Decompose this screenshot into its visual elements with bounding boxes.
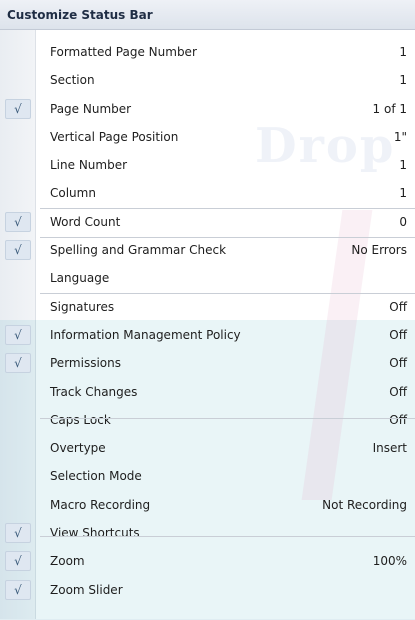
menu-item-caps-lock[interactable]: Caps Lock Off — [0, 406, 415, 434]
item-label: Caps Lock — [50, 412, 111, 427]
item-value: Off — [389, 356, 407, 371]
check-icon: √ — [5, 523, 31, 544]
separator — [40, 208, 415, 209]
check-icon: √ — [5, 353, 31, 374]
item-label: Overtype — [50, 441, 106, 456]
check-icon: √ — [5, 98, 31, 119]
menu-item-information-management-policy[interactable]: √ Information Management Policy Off — [0, 321, 415, 349]
menu-title: Customize Status Bar — [0, 0, 415, 30]
item-value: No Errors — [351, 243, 407, 258]
menu-item-zoom[interactable]: √ Zoom 100% — [0, 547, 415, 575]
item-value: 1 of 1 — [372, 101, 407, 116]
menu-item-track-changes[interactable]: Track Changes Off — [0, 378, 415, 406]
menu-item-language[interactable]: Language — [0, 264, 415, 292]
item-label: Formatted Page Number — [50, 45, 197, 59]
item-label: Track Changes — [50, 384, 138, 399]
menu-item-overtype[interactable]: Overtype Insert — [0, 434, 415, 462]
item-label: Language — [50, 271, 110, 286]
menu-item-zoom-slider[interactable]: √ Zoom Slider — [0, 576, 415, 604]
separator — [40, 536, 415, 537]
menu-item-permissions[interactable]: √ Permissions Off — [0, 349, 415, 377]
item-value: Not Recording — [322, 497, 407, 512]
item-value: 1 — [399, 45, 407, 59]
item-label: Word Count — [50, 214, 121, 229]
item-label: Signatures — [50, 299, 115, 314]
item-label: Page Number — [50, 101, 132, 116]
menu-item-formatted-page-number[interactable]: Formatted Page Number 1 — [0, 38, 415, 66]
item-value: 100% — [372, 554, 407, 569]
menu-item-selection-mode[interactable]: Selection Mode — [0, 462, 415, 490]
customize-status-bar-menu: Customize Status Bar Drop Formatted Page… — [0, 0, 415, 620]
item-label: Spelling and Grammar Check — [50, 243, 227, 258]
menu-item-page-number[interactable]: √ Page Number 1 of 1 — [0, 95, 415, 123]
item-label: Vertical Page Position — [50, 129, 179, 144]
item-value: Off — [389, 384, 407, 399]
check-icon: √ — [5, 579, 31, 600]
menu-item-line-number[interactable]: Line Number 1 — [0, 151, 415, 179]
item-label: Information Management Policy — [50, 327, 241, 342]
item-label: Permissions — [50, 356, 121, 371]
item-value: Off — [389, 327, 407, 342]
item-label: Zoom Slider — [50, 582, 123, 597]
check-icon: √ — [5, 551, 31, 572]
item-label: Column — [50, 186, 96, 201]
item-value: Insert — [372, 441, 407, 456]
menu-item-column[interactable]: Column 1 — [0, 179, 415, 207]
menu-item-signatures[interactable]: Signatures Off — [0, 293, 415, 321]
menu-item-vertical-page-position[interactable]: Vertical Page Position 1" — [0, 123, 415, 151]
item-value: 1 — [399, 73, 407, 88]
menu-items: Formatted Page Number 1 Section 1 √ Page… — [0, 38, 415, 604]
item-label: Zoom — [50, 554, 85, 569]
item-value: 1 — [399, 186, 407, 201]
item-label: Selection Mode — [50, 469, 142, 484]
menu-item-spelling-grammar[interactable]: √ Spelling and Grammar Check No Errors — [0, 236, 415, 264]
menu-item-word-count[interactable]: √ Word Count 0 — [0, 208, 415, 236]
separator — [40, 418, 415, 419]
item-value: 0 — [399, 214, 407, 229]
check-icon: √ — [5, 211, 31, 232]
item-value: 1" — [393, 129, 407, 144]
menu-item-section[interactable]: Section 1 — [0, 66, 415, 94]
menu-item-view-shortcuts[interactable]: √ View Shortcuts — [0, 519, 415, 547]
check-icon: √ — [5, 324, 31, 345]
item-value: Off — [389, 412, 407, 427]
item-value: 1 — [399, 158, 407, 173]
item-label: View Shortcuts — [50, 526, 140, 541]
item-value: Off — [389, 299, 407, 314]
check-icon: √ — [5, 240, 31, 261]
item-label: Line Number — [50, 158, 128, 173]
separator — [40, 237, 415, 238]
menu-item-macro-recording[interactable]: Macro Recording Not Recording — [0, 491, 415, 519]
separator — [40, 293, 415, 294]
item-label: Section — [50, 73, 95, 88]
item-label: Macro Recording — [50, 497, 151, 512]
